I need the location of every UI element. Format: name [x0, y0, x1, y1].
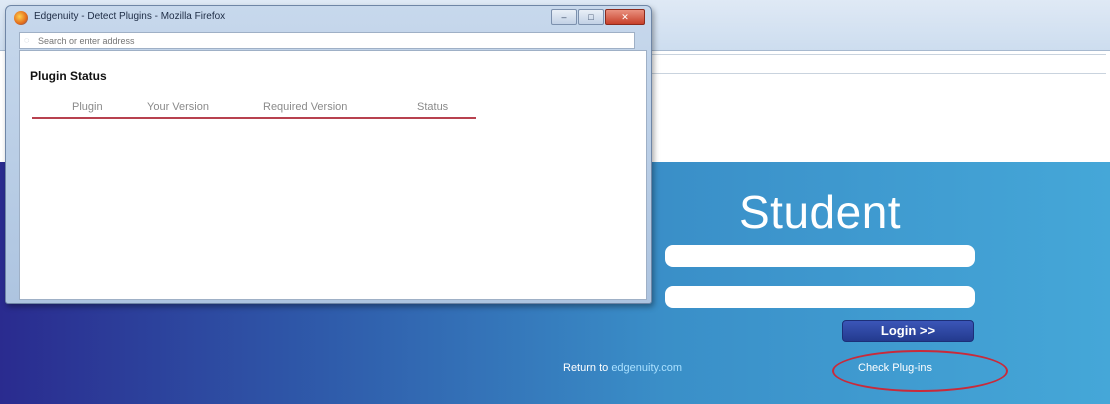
username-field[interactable]: [665, 245, 975, 267]
url-input[interactable]: [38, 33, 618, 48]
return-prefix: Return to: [563, 362, 612, 374]
window-controls: – □ ✕: [550, 9, 645, 25]
column-required-version: Required Version: [263, 101, 348, 113]
browser-address-bar[interactable]: [650, 54, 1106, 74]
annotation-circle: [832, 350, 1008, 392]
edgenuity-link[interactable]: edgenuity.com: [611, 362, 682, 374]
maximize-button[interactable]: □: [578, 9, 604, 25]
password-field[interactable]: [665, 286, 975, 308]
plugin-status-heading: Plugin Status: [30, 69, 107, 83]
popup-title: Edgenuity - Detect Plugins - Mozilla Fir…: [34, 11, 226, 22]
globe-icon: ◌: [24, 35, 30, 45]
close-button[interactable]: ✕: [605, 9, 645, 25]
login-button[interactable]: Login >>: [842, 320, 974, 342]
column-status: Status: [417, 101, 449, 113]
popup-content: Plugin Status Plugin Your Version Requir…: [19, 50, 647, 300]
firefox-icon: [14, 11, 28, 25]
popup-url-bar[interactable]: ◌: [19, 32, 635, 49]
return-to-edgenuity: Return to edgenuity.com: [563, 362, 682, 374]
column-your-version: Your Version: [147, 101, 209, 113]
popup-titlebar[interactable]: Edgenuity - Detect Plugins - Mozilla Fir…: [6, 6, 651, 30]
column-plugin: Plugin: [72, 101, 103, 113]
detect-plugins-popup-window: Edgenuity - Detect Plugins - Mozilla Fir…: [5, 5, 652, 304]
minimize-button[interactable]: –: [551, 9, 577, 25]
plugin-table-header: Plugin Your Version Required Version Sta…: [32, 101, 476, 119]
student-title: Student: [739, 186, 902, 238]
